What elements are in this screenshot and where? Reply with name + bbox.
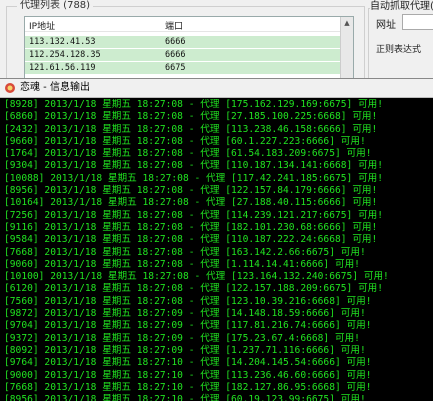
auto-fetch-title: 自动抓取代理(@: [370, 0, 433, 14]
column-header-ip[interactable]: IP地址: [29, 19, 55, 32]
column-header-port[interactable]: 端口: [165, 19, 183, 32]
regex-label: 正则表达式: [376, 45, 422, 55]
table-row[interactable]: 121.61.56.119 6675: [25, 62, 341, 74]
log-line: [8092] 2013/1/18 星期五 18:27:09 - 代理 [1.23…: [4, 344, 366, 356]
row-port: 6666: [165, 50, 186, 60]
url-input[interactable]: [402, 14, 433, 30]
console-output[interactable]: [8928] 2013/1/18 星期五 18:27:08 - 代理 [175.…: [4, 99, 433, 401]
log-line: [9372] 2013/1/18 星期五 18:27:09 - 代理 [175.…: [4, 332, 360, 344]
table-row[interactable]: 112.254.128.35 6666: [25, 49, 341, 61]
log-line: [10088] 2013/1/18 星期五 18:27:08 - 代理 [117…: [4, 172, 384, 184]
scroll-up-arrow-icon[interactable]: ▲: [341, 17, 353, 29]
row-ip: 113.132.41.53: [29, 37, 96, 47]
log-line: [9764] 2013/1/18 星期五 18:27:10 - 代理 [14.2…: [4, 357, 372, 369]
log-line: [9116] 2013/1/18 星期五 18:27:08 - 代理 [182.…: [4, 221, 378, 233]
log-line: [7668] 2013/1/18 星期五 18:27:10 - 代理 [182.…: [4, 381, 372, 393]
url-label: 网址: [376, 20, 396, 31]
log-line: [9584] 2013/1/18 星期五 18:27:08 - 代理 [110.…: [4, 234, 378, 246]
log-line: [9872] 2013/1/18 星期五 18:27:09 - 代理 [14.1…: [4, 308, 366, 320]
log-line: [7560] 2013/1/18 星期五 18:27:08 - 代理 [123.…: [4, 295, 372, 307]
log-line: [10164] 2013/1/18 星期五 18:27:08 - 代理 [27.…: [4, 197, 378, 209]
row-port: 6675: [165, 63, 186, 73]
log-line: [2432] 2013/1/18 星期五 18:27:08 - 代理 [113.…: [4, 123, 378, 135]
log-line: [9660] 2013/1/18 星期五 18:27:08 - 代理 [60.1…: [4, 135, 366, 147]
proxy-list-header: IP地址 端口: [25, 17, 341, 32]
log-line: [10100] 2013/1/18 星期五 18:27:08 - 代理 [123…: [4, 271, 389, 283]
log-line: [9000] 2013/1/18 星期五 18:27:10 - 代理 [113.…: [4, 369, 372, 381]
log-line: [9304] 2013/1/18 星期五 18:27:08 - 代理 [110.…: [4, 160, 384, 172]
log-line: [6120] 2013/1/18 星期五 18:27:08 - 代理 [122.…: [4, 283, 384, 295]
auto-fetch-panel: 自动抓取代理(@ 网址 正则表达式: [368, 0, 433, 92]
console-window: 恋魂 - 信息输出 [8928] 2013/1/18 星期五 18:27:08 …: [0, 78, 433, 401]
proxy-list-title: 代理列表 (788): [17, 0, 94, 12]
log-line: [1764] 2013/1/18 星期五 18:27:08 - 代理 [61.5…: [4, 148, 372, 160]
row-ip: 121.61.56.119: [29, 63, 96, 73]
app-icon: [5, 83, 15, 93]
console-title-bar[interactable]: 恋魂 - 信息输出: [0, 79, 433, 98]
row-ip: 112.254.128.35: [29, 50, 101, 60]
table-row[interactable]: 113.132.41.53 6666: [25, 36, 341, 48]
log-line: [9060] 2013/1/18 星期五 18:27:08 - 代理 [1.11…: [4, 258, 360, 270]
log-line: [8956] 2013/1/18 星期五 18:27:08 - 代理 [122.…: [4, 185, 378, 197]
log-line: [6860] 2013/1/18 星期五 18:27:08 - 代理 [27.1…: [4, 111, 378, 123]
row-port: 6666: [165, 37, 186, 47]
log-line: [9704] 2013/1/18 星期五 18:27:09 - 代理 [117.…: [4, 320, 372, 332]
console-title: 恋魂 - 信息输出: [20, 82, 90, 93]
log-line: [8928] 2013/1/18 星期五 18:27:08 - 代理 [175.…: [4, 99, 384, 110]
log-line: [7668] 2013/1/18 星期五 18:27:08 - 代理 [163.…: [4, 246, 366, 258]
log-line: [7256] 2013/1/18 星期五 18:27:08 - 代理 [114.…: [4, 209, 384, 221]
